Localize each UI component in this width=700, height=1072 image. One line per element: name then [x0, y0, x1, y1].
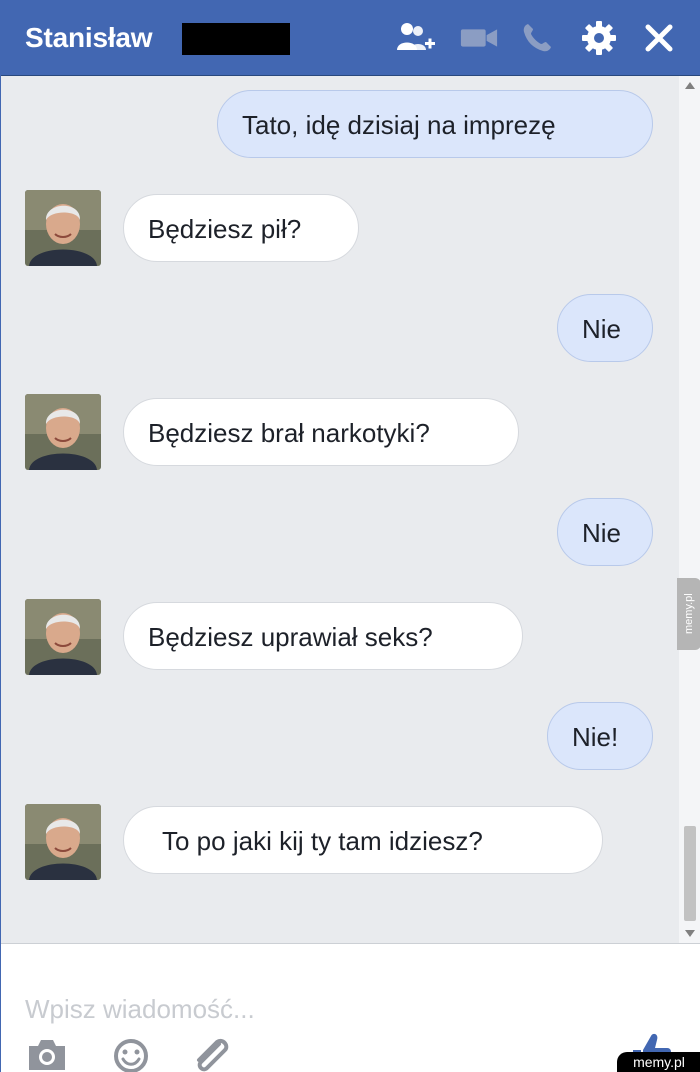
chat-window: Stanisław Tato, idę dzisiaj na imprezę B…	[0, 0, 700, 1072]
settings-icon[interactable]	[579, 18, 619, 58]
incoming-message[interactable]: Będziesz uprawiał seks?	[123, 602, 523, 670]
outgoing-message[interactable]: Nie	[557, 294, 653, 362]
incoming-message[interactable]: Będziesz pił?	[123, 194, 359, 262]
avatar[interactable]	[25, 394, 101, 470]
message-input[interactable]	[1, 944, 681, 1040]
composer	[1, 943, 700, 1072]
message-thread[interactable]: Tato, idę dzisiaj na imprezę Będziesz pi…	[1, 76, 700, 943]
redacted-surname	[182, 23, 290, 55]
watermark: memy.pl	[617, 1052, 700, 1072]
chat-header: Stanisław	[1, 0, 700, 76]
avatar[interactable]	[25, 599, 101, 675]
scroll-down-arrow-icon[interactable]	[685, 930, 695, 937]
outgoing-message[interactable]: Nie!	[547, 702, 653, 770]
outgoing-message[interactable]: Tato, idę dzisiaj na imprezę	[217, 90, 653, 158]
avatar[interactable]	[25, 804, 101, 880]
camera-icon[interactable]	[25, 1036, 69, 1072]
outgoing-message[interactable]: Nie	[557, 498, 653, 566]
scroll-thumb[interactable]	[684, 826, 696, 921]
scroll-up-arrow-icon[interactable]	[685, 82, 695, 89]
emoji-icon[interactable]	[109, 1036, 153, 1072]
incoming-message[interactable]: To po jaki kij ty tam idziesz?	[123, 806, 603, 874]
incoming-message[interactable]: Będziesz brał narkotyki?	[123, 398, 519, 466]
paperclip-icon[interactable]	[189, 1036, 233, 1072]
add-people-icon[interactable]	[396, 18, 436, 58]
close-icon[interactable]	[639, 18, 679, 58]
video-call-icon[interactable]	[459, 18, 499, 58]
scrollbar[interactable]	[679, 76, 700, 943]
avatar[interactable]	[25, 190, 101, 266]
phone-call-icon[interactable]	[517, 18, 557, 58]
contact-name[interactable]: Stanisław	[25, 20, 153, 56]
watermark: memy.pl	[677, 578, 700, 650]
